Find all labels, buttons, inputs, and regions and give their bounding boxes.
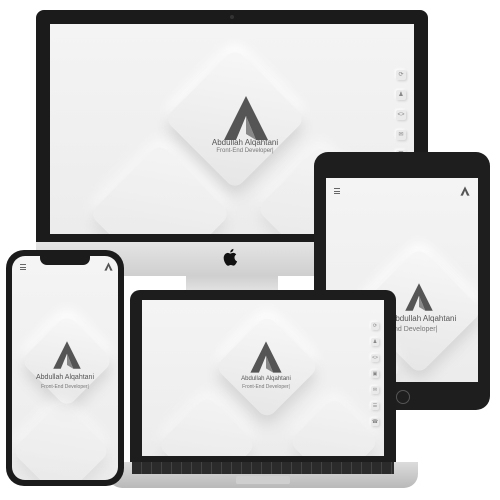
phone-device: Abdullah Alqahtani Front-End Developer|: [6, 250, 124, 486]
laptop-nav-user-icon[interactable]: ♟: [371, 338, 379, 346]
brand-logo-icon: [224, 96, 268, 140]
imac-nav-refresh-icon[interactable]: ⟳: [396, 70, 406, 80]
phone-header-logo-icon[interactable]: [104, 262, 113, 271]
laptop-brand-logo-icon: [250, 341, 282, 373]
tablet-brand-name: Abdullah Alqahtani: [390, 314, 457, 323]
laptop-nav-code-icon[interactable]: <>: [371, 354, 379, 362]
laptop-keyboard: [132, 462, 394, 474]
laptop-nav-refresh-icon[interactable]: ⟳: [371, 322, 379, 330]
tablet-header-logo-icon[interactable]: [460, 186, 470, 196]
tablet-brand-role: nd Developer|: [394, 326, 438, 333]
laptop-screen: Abdullah Alqahtani Front-End Developer| …: [142, 300, 384, 456]
imac-nav-user-icon[interactable]: ♟: [396, 90, 406, 100]
apple-logo-icon: [223, 248, 238, 266]
laptop-nav-mail-icon[interactable]: ✉: [371, 386, 379, 394]
phone-notch: [40, 256, 90, 265]
laptop-nav-phone-icon[interactable]: ☎: [371, 418, 379, 426]
laptop-brand-role: Front-End Developer|: [242, 384, 290, 390]
laptop-nav-chat-icon[interactable]: ☰: [371, 402, 379, 410]
laptop-nav-briefcase-icon[interactable]: ▣: [371, 370, 379, 378]
phone-screen: Abdullah Alqahtani Front-End Developer|: [12, 256, 118, 480]
laptop-bg-diamond: [157, 395, 257, 456]
laptop-device: Abdullah Alqahtani Front-End Developer| …: [130, 290, 396, 462]
imac-brand-role: Front-End Developer|: [216, 148, 274, 154]
imac-nav-code-icon[interactable]: <>: [396, 110, 406, 120]
tablet-home-button[interactable]: [396, 390, 410, 404]
imac-camera: [230, 15, 234, 19]
imac-nav-mail-icon[interactable]: ✉: [396, 130, 406, 140]
phone-brand-logo-icon: [53, 341, 81, 369]
phone-menu-icon[interactable]: [20, 264, 26, 272]
phone-brand-name: Abdullah Alqahtani: [36, 374, 94, 381]
laptop-bg-diamond-2: [288, 396, 380, 456]
phone-brand-role: Front-End Developer|: [41, 384, 89, 390]
imac-brand-name: Abdullah Alqahtani: [211, 138, 279, 147]
tablet-menu-icon[interactable]: [334, 188, 340, 196]
tablet-brand-logo-icon: [405, 283, 433, 311]
phone-bg-diamond: [12, 401, 111, 480]
laptop-brand-name: Abdullah Alqahtani: [241, 376, 291, 382]
laptop-trackpad: [236, 476, 290, 484]
